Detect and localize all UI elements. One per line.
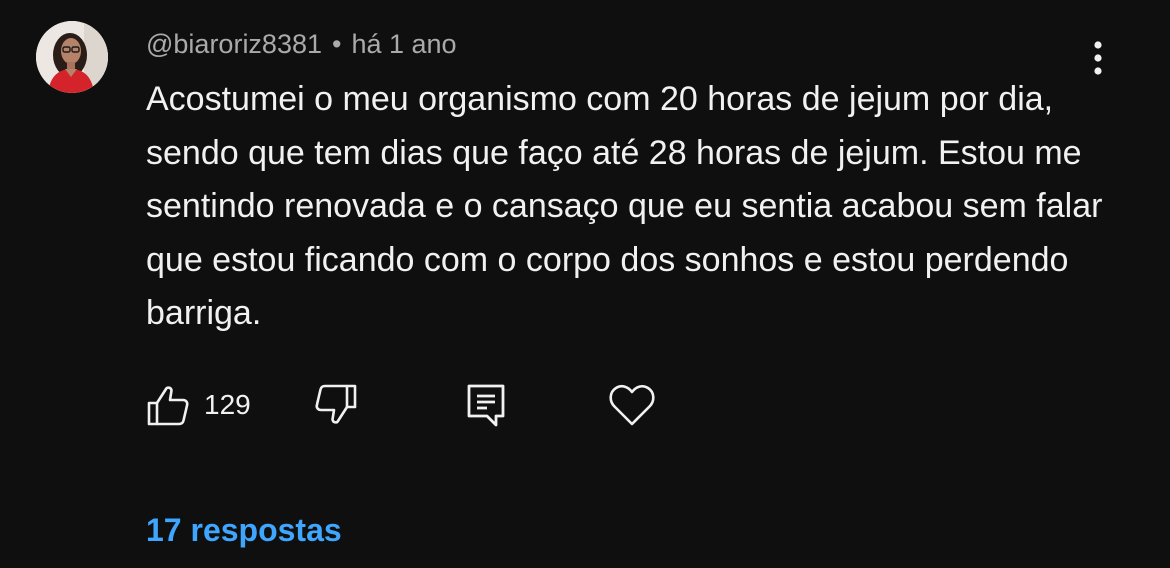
comment-timestamp: há 1 ano: [351, 29, 457, 59]
like-button[interactable]: 129: [146, 380, 251, 430]
reply-button[interactable]: [466, 380, 506, 430]
dislike-button[interactable]: [314, 380, 358, 430]
heart-button[interactable]: [608, 380, 656, 430]
comment-text: Acostumei o meu organismo com 20 horas d…: [146, 80, 1103, 332]
thumbs-up-icon: [147, 386, 189, 426]
meta-separator: •: [332, 29, 342, 59]
avatar-image: [36, 21, 108, 93]
more-vertical-icon: [1094, 41, 1102, 75]
comment-meta: @biaroriz8381 • há 1 ano: [146, 28, 457, 60]
view-replies-link[interactable]: 17 respostas: [146, 510, 342, 550]
comment-thread: @biaroriz8381 • há 1 ano Acostumei o meu o…: [0, 0, 1170, 568]
avatar[interactable]: [36, 21, 108, 93]
thumbs-down-icon: [315, 384, 357, 424]
comment-reply-icon: [467, 384, 505, 427]
like-count: 129: [204, 389, 251, 420]
heart-icon: [609, 384, 655, 426]
author-handle[interactable]: @biaroriz8381: [146, 29, 322, 59]
